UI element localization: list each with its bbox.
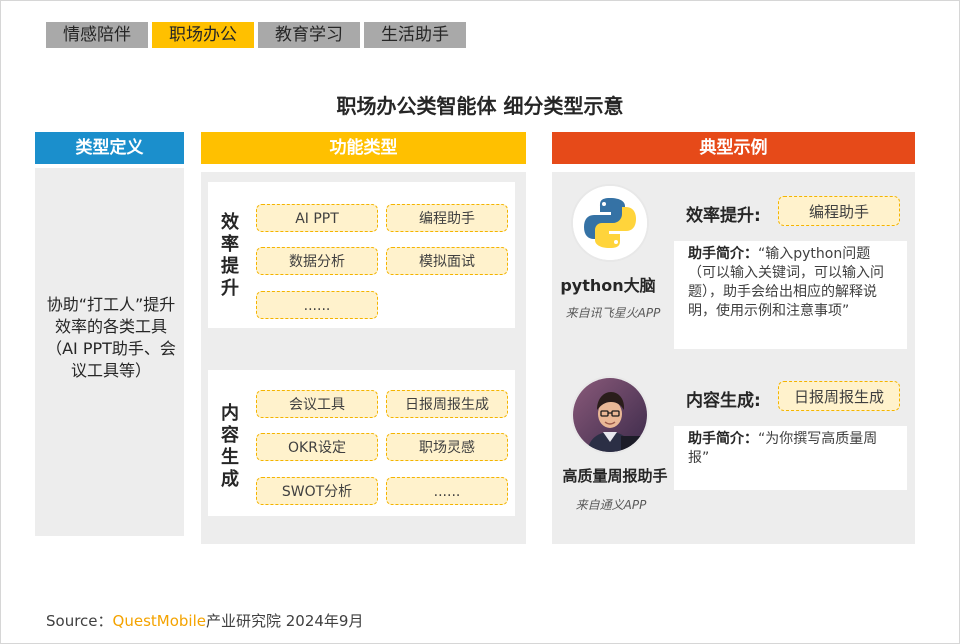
function-pill: 数据分析 xyxy=(256,247,378,275)
page-title: 职场办公类智能体 细分类型示意 xyxy=(336,94,624,118)
source-note: Source：QuestMobile产业研究院 2024年9月 xyxy=(46,610,363,631)
function-pill: 职场灵感 xyxy=(386,433,508,461)
source-suffix: 产业研究院 2024年9月 xyxy=(205,612,364,630)
function-pill: AI PPT xyxy=(256,204,378,232)
example-description: 助手简介：“为你撰写高质量周报” xyxy=(674,426,907,490)
source-brand: QuestMobile xyxy=(112,612,206,630)
function-pill: 编程助手 xyxy=(386,204,508,232)
intro-label: 助手简介： xyxy=(688,246,758,262)
efficiency-label: 效率提升 xyxy=(221,212,239,299)
function-header: 功能类型 xyxy=(201,132,526,164)
app-name: 高质量周报助手 xyxy=(562,467,668,485)
function-pill: ...... xyxy=(256,291,378,319)
intro-label: 助手简介： xyxy=(688,431,758,447)
app-source: 来自讯飞星火APP xyxy=(565,306,661,320)
tab-life-assistant[interactable]: 生活助手 xyxy=(364,22,466,48)
function-pill: OKR设定 xyxy=(256,433,378,461)
definition-header: 类型定义 xyxy=(35,132,184,164)
function-pill: 模拟面试 xyxy=(386,247,508,275)
function-pill: 会议工具 xyxy=(256,390,378,418)
example-category: 效率提升: xyxy=(686,206,761,226)
example-tag: 日报周报生成 xyxy=(778,381,900,411)
python-logo-icon xyxy=(571,184,649,262)
person-avatar-icon xyxy=(571,376,649,454)
tab-emotional-companion[interactable]: 情感陪伴 xyxy=(46,22,148,48)
function-pill: ...... xyxy=(386,477,508,505)
tab-workplace-office[interactable]: 职场办公 xyxy=(152,22,254,48)
example-description: 助手简介：“输入python问题（可以输入关键词，可以输入问题），助手会给出相应… xyxy=(674,241,907,349)
app-source: 来自通义APP xyxy=(575,498,647,512)
source-prefix: Source： xyxy=(46,612,113,630)
function-pill: SWOT分析 xyxy=(256,477,378,505)
example-category: 内容生成: xyxy=(686,391,761,411)
function-pill: 日报周报生成 xyxy=(386,390,508,418)
definition-text: 协助“打工人”提升效率的各类工具（AI PPT助手、会议工具等） xyxy=(46,295,176,380)
content-label: 内容生成 xyxy=(221,403,239,490)
example-tag: 编程助手 xyxy=(778,196,900,226)
app-name: python大脑 xyxy=(560,276,656,295)
tab-education-learning[interactable]: 教育学习 xyxy=(258,22,360,48)
examples-header: 典型示例 xyxy=(552,132,915,164)
